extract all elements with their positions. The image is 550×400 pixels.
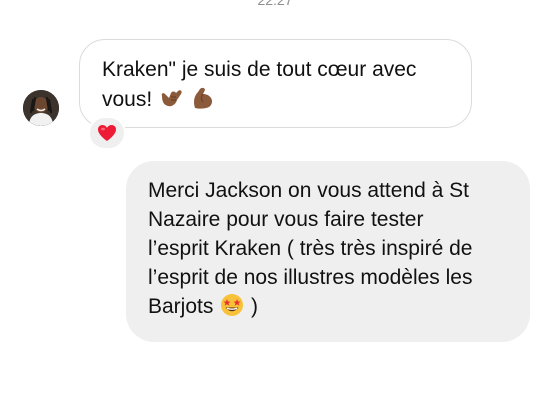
message-line: )	[251, 295, 259, 318]
call-me-hand-emoji-icon	[161, 90, 182, 107]
message-line: Nazaire pour vous faire tester	[148, 208, 424, 231]
incoming-message-bubble[interactable]: Kraken" je suis de tout cœur avec vous!	[79, 39, 472, 128]
message-line-with-emojis: vous!	[102, 85, 451, 115]
message-line: Kraken" je suis de tout cœur avec	[102, 58, 417, 81]
sender-avatar[interactable]	[23, 90, 59, 126]
heart-reaction-badge[interactable]	[88, 116, 126, 150]
message-line: Barjots	[148, 295, 214, 318]
heart-icon	[98, 125, 116, 141]
message-line: l’esprit Kraken ( très très inspiré de	[148, 237, 473, 260]
message-timestamp: 22:27	[257, 0, 293, 8]
message-line: vous!	[102, 88, 153, 111]
message-line: Merci Jackson on vous attend à St	[148, 179, 469, 202]
outgoing-message-bubble[interactable]: Merci Jackson on vous attend à St Nazair…	[126, 161, 530, 342]
avatar-photo	[23, 90, 59, 126]
flexed-biceps-emoji-icon	[193, 87, 212, 109]
message-line: l’esprit de nos illustres modèles les	[148, 266, 473, 289]
message-line-with-emoji: Barjots )	[148, 292, 512, 321]
star-struck-emoji-icon	[221, 294, 244, 316]
